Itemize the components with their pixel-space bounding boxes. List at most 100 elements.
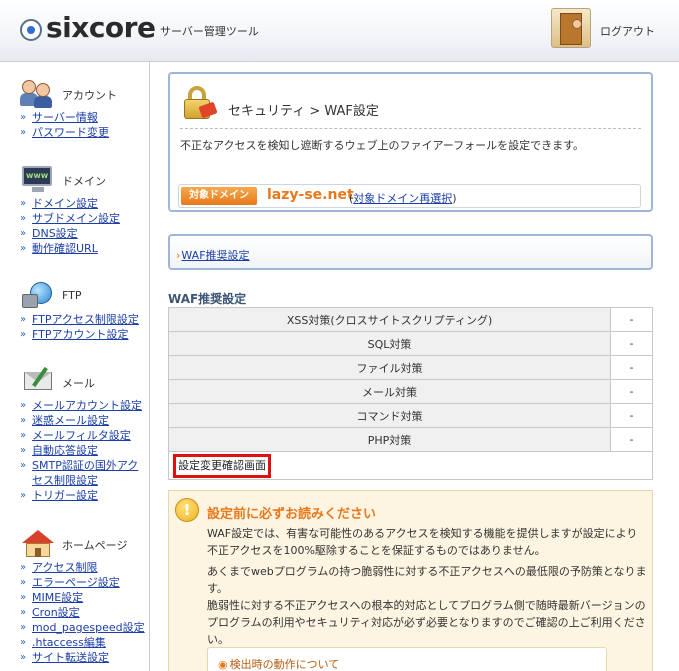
waf-rule-name: ファイル対策 <box>167 355 612 380</box>
waf-rule-value: - <box>610 331 653 356</box>
sidebar-link-site-forward[interactable]: » サイト転送設定 <box>20 650 148 665</box>
waf-rule-name: SQL対策 <box>167 331 612 356</box>
sidebar-link-subdomain[interactable]: » サブドメイン設定 <box>20 211 148 226</box>
arrow-right-icon: » <box>20 445 27 456</box>
domain-icon: www <box>22 164 54 194</box>
section-title: WAF推奨設定 <box>168 292 247 306</box>
sidebar-link-password[interactable]: » パスワード変更 <box>20 125 148 140</box>
arrow-right-icon: » <box>20 228 27 239</box>
sidebar-link-htaccess[interactable]: » .htaccess編集 <box>20 635 148 650</box>
sidebar-link-domain[interactable]: » ドメイン設定 <box>20 196 148 211</box>
table-row: PHP対策 - <box>167 427 653 452</box>
mail-icon <box>22 366 54 396</box>
arrow-right-icon: » <box>20 490 27 501</box>
domain-reselect-wrapper: (対象ドメイン再選択) <box>349 192 457 205</box>
sub-nav-box: ›WAF推奨設定 <box>168 234 653 270</box>
waf-rule-name: PHP対策 <box>167 427 612 452</box>
detection-behavior-link[interactable]: ◉ 検出時の動作について <box>218 656 339 671</box>
sidebar-group-title: アカウント <box>62 89 117 102</box>
sidebar-link-server-info[interactable]: » サーバー情報 <box>20 110 148 125</box>
target-domain-badge: 対象ドメイン <box>181 187 257 205</box>
sidebar: アカウント » サーバー情報 » パスワード変更 www ドメイン » ドメイン設定 … <box>0 62 150 671</box>
confirm-cell: 設定変更確認画面 <box>168 451 653 480</box>
domain-reselect-link[interactable]: 対象ドメイン再選択 <box>353 192 452 205</box>
lock-icon <box>182 86 218 122</box>
page-title: セキュリティ > WAF設定 <box>228 104 379 119</box>
sidebar-link-cron[interactable]: » Cron設定 <box>20 605 148 620</box>
table-row: コマンド対策 - <box>167 403 653 428</box>
sidebar-group-title: FTP <box>62 289 82 302</box>
waf-rule-value: - <box>610 379 653 404</box>
sidebar-link-smtp-restrict[interactable]: » SMTP認証の国外アクセス制限設定 <box>20 458 148 488</box>
detection-behavior-box: ◉ 検出時の動作について <box>207 647 607 671</box>
sidebar-group-homepage: ホームページ » アクセス制限 » エラーページ設定 » MIME設定 » Cron設定… <box>20 528 148 665</box>
arrow-right-icon: » <box>20 607 27 618</box>
logo-icon <box>20 19 42 41</box>
sidebar-group-title: メール <box>62 377 95 390</box>
logout-button[interactable]: ログアウト <box>600 23 655 39</box>
waf-rule-name: XSS対策(クロスサイトスクリプティング) <box>167 307 612 332</box>
logo-subtitle: サーバー管理ツール <box>160 25 259 38</box>
arrow-right-icon: » <box>20 198 27 209</box>
arrow-right-icon: » <box>20 562 27 573</box>
arrow-right-icon: » <box>20 430 27 441</box>
settings-change-confirm-button[interactable]: 設定変更確認画面 <box>173 453 271 478</box>
page-description: 不正なアクセスを検知し遮断するウェブ上のファイアーフォールを設定できます。 <box>180 139 585 152</box>
account-icon <box>20 78 54 108</box>
arrow-right-icon: » <box>20 329 27 340</box>
table-row: SQL対策 - <box>167 331 653 356</box>
sidebar-link-mail-filter[interactable]: » メールフィルタ設定 <box>20 428 148 443</box>
sidebar-link-spam[interactable]: » 迷惑メール設定 <box>20 413 148 428</box>
arrow-right-icon: » <box>20 577 27 588</box>
arrow-right-icon: » <box>20 652 27 663</box>
target-domain-bar: 対象ドメイン lazy-se.net (対象ドメイン再選択) <box>178 184 641 208</box>
notice-paragraph: 脆弱性に対する不正アクセスへの根本的対応としてプログラム側で随時最新バージョンの… <box>207 599 646 646</box>
home-icon <box>22 528 54 558</box>
waf-rule-value: - <box>610 427 653 452</box>
sidebar-group-account: アカウント » サーバー情報 » パスワード変更 <box>20 78 148 140</box>
notice-paragraph: WAF設定では、有害な可能性のあるアクセスを検知する機能を提供しますが設定により… <box>207 527 638 557</box>
sidebar-group-domain: www ドメイン » ドメイン設定 » サブドメイン設定 » DNS設定 » 動作確認U… <box>20 164 148 256</box>
arrow-right-icon: » <box>20 127 27 138</box>
sidebar-link-mail-account[interactable]: » メールアカウント設定 <box>20 398 148 413</box>
logo-text: sixcore <box>46 11 156 44</box>
sidebar-link-dns[interactable]: » DNS設定 <box>20 226 148 241</box>
arrow-right-icon: » <box>20 637 27 648</box>
sidebar-group-ftp: FTP » FTPアクセス制限設定 » FTPアカウント設定 <box>20 280 148 342</box>
sidebar-link-mime[interactable]: » MIME設定 <box>20 590 148 605</box>
logout-door-icon[interactable] <box>551 8 591 48</box>
chevron-right-icon: › <box>176 249 181 262</box>
waf-recommended-nav-link[interactable]: ›WAF推奨設定 <box>176 247 250 263</box>
sidebar-link-autoreply[interactable]: » 自動応答設定 <box>20 443 148 458</box>
sidebar-link-check-url[interactable]: » 動作確認URL <box>20 241 148 256</box>
notice-title: 設定前に必ずお読みください <box>207 507 377 522</box>
arrow-right-icon: » <box>20 213 27 224</box>
header: sixcore サーバー管理ツール ログアウト <box>0 0 679 62</box>
arrow-right-icon: » <box>20 460 27 471</box>
page-title-box: セキュリティ > WAF設定 不正なアクセスを検知し遮断するウェブ上のファイアー… <box>168 72 653 212</box>
notice-paragraph: あくまでwebプログラムの持つ脆弱性に対する不正アクセスへの最低限の予防策となり… <box>207 565 647 595</box>
arrow-right-icon: » <box>20 400 27 411</box>
sidebar-link-error-page[interactable]: » エラーページ設定 <box>20 575 148 590</box>
target-domain-name: lazy-se.net <box>267 187 354 203</box>
ftp-icon <box>22 280 54 310</box>
bullet-icon: ◉ <box>218 658 228 671</box>
sidebar-link-ftp-access[interactable]: » FTPアクセス制限設定 <box>20 312 148 327</box>
table-row: ファイル対策 - <box>167 355 653 380</box>
sidebar-link-pagespeed[interactable]: » mod_pagespeed設定 <box>20 620 148 635</box>
sidebar-link-ftp-account[interactable]: » FTPアカウント設定 <box>20 327 148 342</box>
sidebar-link-access-restrict[interactable]: » アクセス制限 <box>20 560 148 575</box>
warning-icon: ! <box>175 498 199 522</box>
arrow-right-icon: » <box>20 415 27 426</box>
arrow-right-icon: » <box>20 112 27 123</box>
table-row: メール対策 - <box>167 379 653 404</box>
waf-settings-table: XSS対策(クロスサイトスクリプティング) - SQL対策 - ファイル対策 -… <box>167 307 653 480</box>
waf-rule-name: コマンド対策 <box>167 403 612 428</box>
arrow-right-icon: » <box>20 622 27 633</box>
sidebar-link-trigger[interactable]: » トリガー設定 <box>20 488 148 503</box>
arrow-right-icon: » <box>20 243 27 254</box>
waf-rule-value: - <box>610 355 653 380</box>
arrow-right-icon: » <box>20 314 27 325</box>
divider <box>180 128 641 129</box>
table-row: XSS対策(クロスサイトスクリプティング) - <box>167 307 653 332</box>
